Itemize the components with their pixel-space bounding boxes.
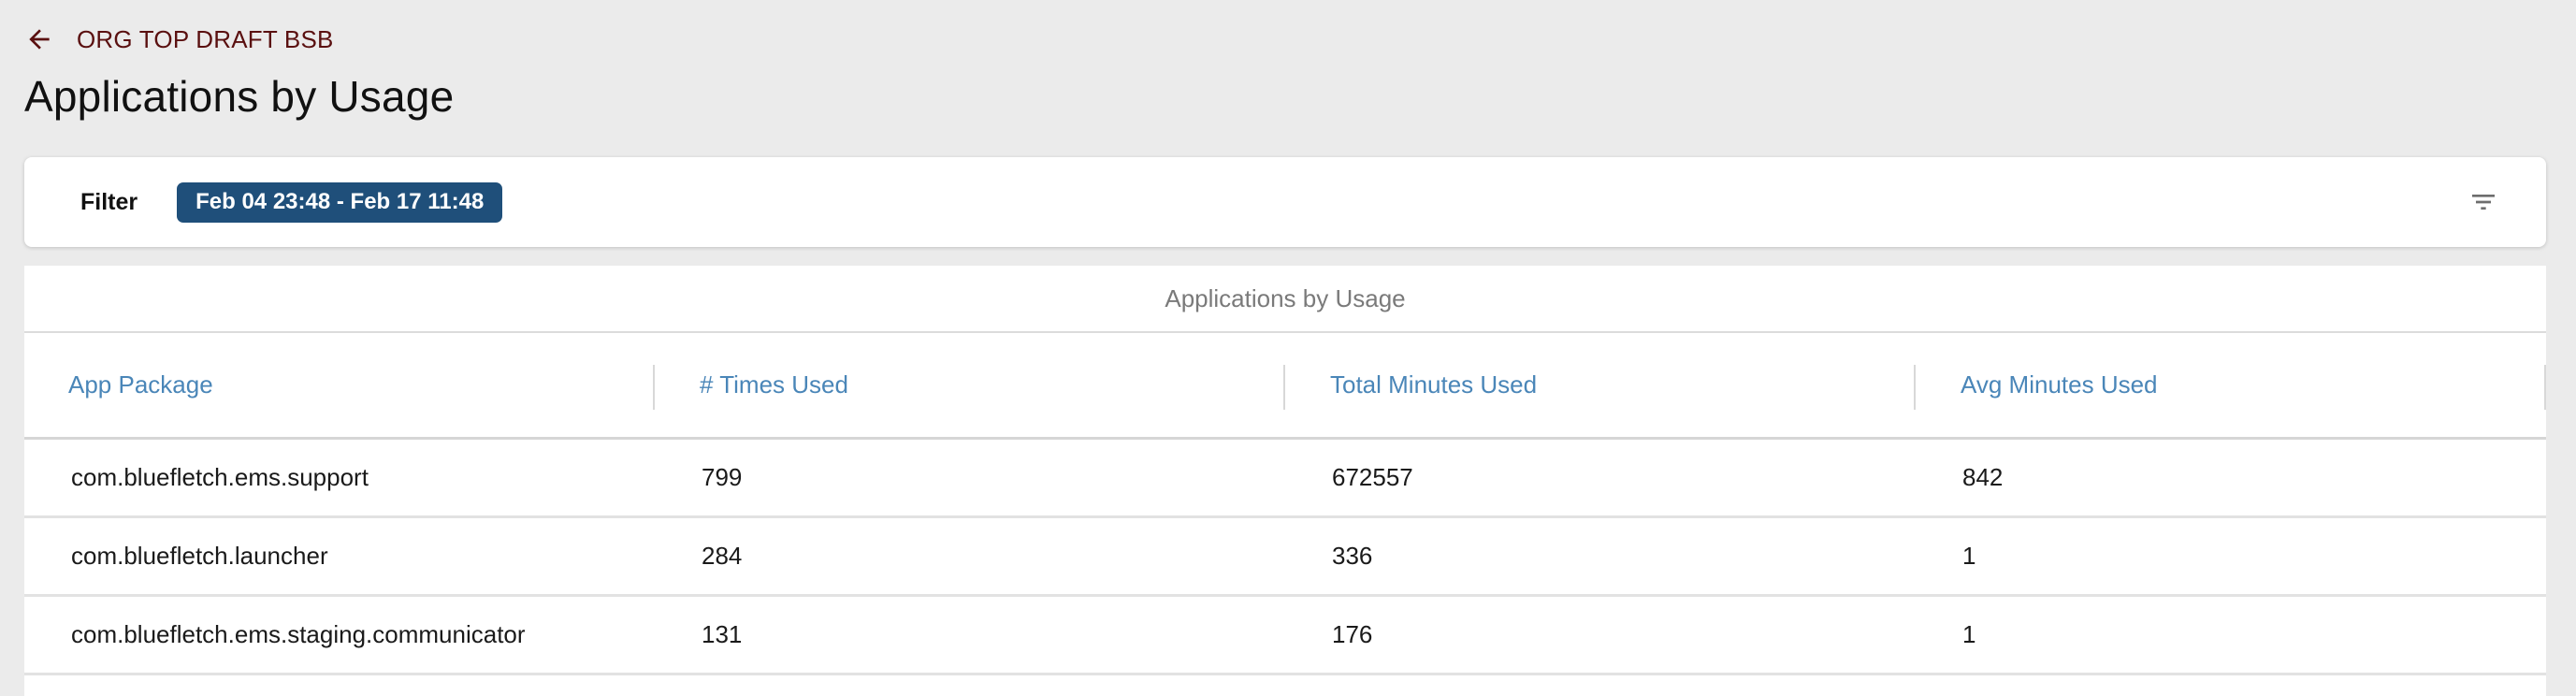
table-body: com.bluefletch.ems.support 799 672557 84… (24, 440, 2546, 675)
table-header: App Package # Times Used Total Minutes U… (24, 333, 2546, 440)
filter-bar: Filter Feb 04 23:48 - Feb 17 11:48 (24, 157, 2546, 247)
breadcrumb-label[interactable]: ORG TOP DRAFT BSB (77, 25, 334, 54)
cell-times-used: 799 (702, 463, 743, 491)
table-row[interactable]: com.bluefletch.launcher 284 336 1 (24, 518, 2546, 597)
cell-times-used: 131 (702, 620, 743, 648)
page-title: Applications by Usage (24, 72, 455, 121)
column-header-label[interactable]: Total Minutes Used (1330, 370, 1537, 399)
filter-label: Filter (80, 188, 138, 215)
column-header-label[interactable]: # Times Used (700, 370, 848, 399)
column-header-times-used[interactable]: # Times Used (655, 333, 1285, 437)
table-row[interactable]: com.bluefletch.ems.staging.communicator … (24, 597, 2546, 675)
cell-avg-minutes-used: 842 (1962, 463, 2004, 491)
usage-table: Applications by Usage App Package # Time… (24, 266, 2546, 696)
cell-app-package: com.bluefletch.ems.support (71, 463, 369, 491)
cell-total-minutes-used: 672557 (1332, 463, 1413, 491)
cell-avg-minutes-used: 1 (1962, 620, 1976, 648)
column-header-avg-minutes-used[interactable]: Avg Minutes Used (1916, 333, 2546, 437)
cell-avg-minutes-used: 1 (1962, 542, 1976, 570)
cell-times-used: 284 (702, 542, 743, 570)
cell-app-package: com.bluefletch.ems.staging.communicator (71, 620, 526, 648)
table-caption: Applications by Usage (24, 266, 2546, 333)
column-header-app-package[interactable]: App Package (24, 333, 655, 437)
filter-list-icon[interactable] (2467, 187, 2499, 217)
arrow-left-icon[interactable] (24, 24, 54, 54)
date-range-filter-chip[interactable]: Feb 04 23:48 - Feb 17 11:48 (177, 181, 503, 223)
column-divider[interactable] (2544, 365, 2546, 410)
cell-total-minutes-used: 176 (1332, 620, 1373, 648)
breadcrumb[interactable]: ORG TOP DRAFT BSB (24, 22, 334, 56)
column-header-label[interactable]: App Package (68, 370, 213, 399)
cell-total-minutes-used: 336 (1332, 542, 1373, 570)
column-header-label[interactable]: Avg Minutes Used (1961, 370, 2158, 399)
table-row[interactable]: com.bluefletch.ems.support 799 672557 84… (24, 440, 2546, 518)
column-header-total-minutes-used[interactable]: Total Minutes Used (1285, 333, 1916, 437)
cell-app-package: com.bluefletch.launcher (71, 542, 328, 570)
